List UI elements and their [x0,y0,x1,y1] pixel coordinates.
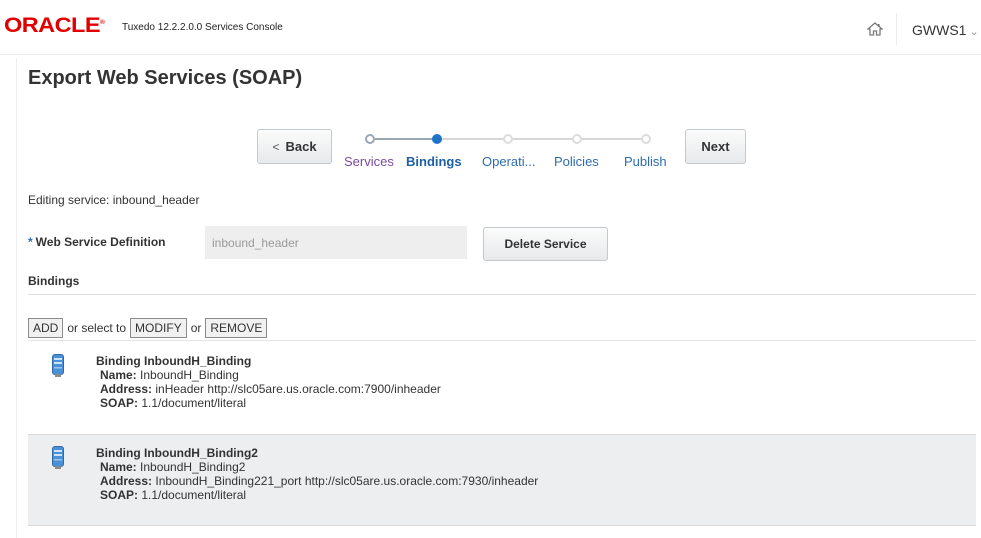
binding-soap: SOAP: 1.1/document/literal [100,396,247,410]
train-stop-policies [572,134,582,144]
bindings-section-title: Bindings [28,274,80,288]
select-text: or select to [67,321,127,335]
oracle-logo: ORACLE® [4,14,105,37]
binding-name: Name: InboundH_Binding2 [100,460,246,474]
home-icon [866,22,883,36]
train-stop-publish [641,134,651,144]
train-label-policies: Policies [554,154,599,169]
train-stop-operations [503,134,513,144]
train-stop-bindings [432,134,442,144]
product-title: Tuxedo 12.2.2.0.0 Services Console [122,22,283,33]
chevron-left-icon: < [272,139,280,154]
add-button[interactable]: ADD [28,318,64,338]
user-menu[interactable]: GWWS1 ⌄ [912,22,979,38]
logo-text: ORACLE [4,14,101,37]
header-bar: ORACLE® Tuxedo 12.2.2.0.0 Services Conso… [0,0,981,55]
back-label: Back [285,139,317,154]
web-service-definition-field[interactable] [205,226,467,259]
binding-list-item[interactable]: Binding InboundH_Binding Name: InboundH_… [28,343,976,426]
binding-title: Binding InboundH_Binding2 [96,446,258,460]
train-stop-services[interactable] [365,134,375,144]
or-text: or [190,321,202,335]
train-connector [442,138,646,140]
username: GWWS1 [912,22,967,38]
definition-label: * Web Service Definition [28,235,165,249]
binding-name: Name: InboundH_Binding [100,368,239,382]
definition-label-text: Web Service Definition [35,235,166,249]
chevron-down-icon: ⌄ [969,26,979,38]
required-mark: * [28,235,33,249]
bindings-actions: ADD or select to MODIFY or REMOVE [28,318,268,338]
train-connector-done [375,138,437,140]
remove-button[interactable]: REMOVE [205,318,268,338]
modify-button[interactable]: MODIFY [130,318,187,338]
editing-service-text: Editing service: inbound_header [28,193,200,207]
train-label-publish: Publish [624,154,667,169]
train-label-operations: Operati... [482,154,536,169]
next-button[interactable]: Next [685,129,746,164]
binding-soap: SOAP: 1.1/document/literal [100,488,247,502]
binding-list-item-selected[interactable]: Binding InboundH_Binding2 Name: InboundH… [28,434,976,526]
home-button[interactable] [853,13,897,45]
train-label-services[interactable]: Services [344,154,394,169]
binding-icon [52,354,64,381]
back-button[interactable]: < Back [257,129,332,164]
divider [28,294,976,295]
binding-icon [52,446,64,473]
binding-address: Address: inHeader http://slc05are.us.ora… [100,382,441,396]
delete-service-button[interactable]: Delete Service [483,227,608,261]
divider [28,340,976,341]
binding-address: Address: InboundH_Binding221_port http:/… [100,474,539,488]
train-label-bindings: Bindings [406,154,462,169]
page-title: Export Web Services (SOAP) [28,67,303,89]
binding-title: Binding InboundH_Binding [96,354,252,368]
